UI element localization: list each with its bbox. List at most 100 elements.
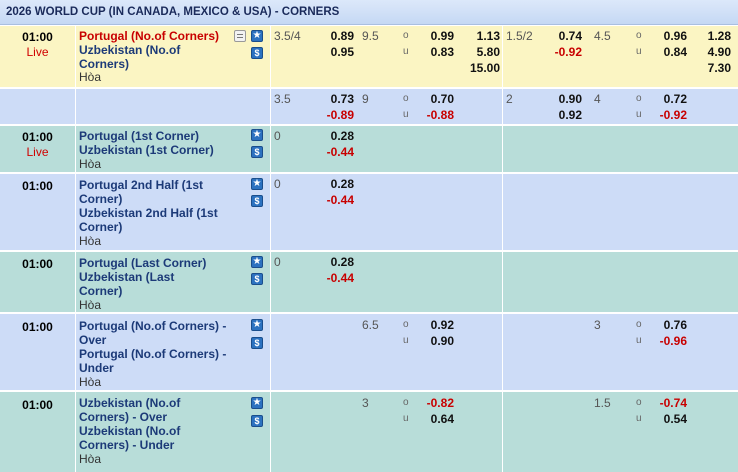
ft-over-odd[interactable]: 0.92 xyxy=(418,318,454,332)
h1-under-odd[interactable]: 0.84 xyxy=(651,45,687,59)
ft-over-under-line: 6.5 xyxy=(362,318,379,332)
ft-handicap-line: 0 xyxy=(274,177,281,191)
dollar-icon[interactable]: $ xyxy=(251,195,263,207)
ft-handicap-away-odd[interactable]: -0.89 xyxy=(318,108,354,122)
draw-label: Hòa xyxy=(79,375,102,389)
star-icon[interactable]: ★ xyxy=(251,397,263,409)
away-team[interactable]: Uzbekistan (Last Corner) xyxy=(79,270,189,298)
dollar-icon[interactable]: $ xyxy=(251,146,263,158)
live-indicator: Live xyxy=(26,45,49,59)
h1-over-under-line: 1.5 xyxy=(594,396,611,410)
ft-handicap-away-odd[interactable]: -0.44 xyxy=(318,145,354,159)
h1-under-odd[interactable]: 0.54 xyxy=(651,412,687,426)
h1-1x2-away-odd[interactable]: 4.90 xyxy=(694,45,731,59)
ft-1x2-away-odd[interactable]: 5.80 xyxy=(462,45,500,59)
corners-odds-board: 2026 WORLD CUP (IN CANADA, MEXICO & USA)… xyxy=(0,0,738,472)
h1-handicap-away-odd[interactable]: -0.92 xyxy=(546,45,582,59)
h1-handicap-home-odd[interactable]: 0.74 xyxy=(546,29,582,43)
h1-over-under-line: 4 xyxy=(594,92,601,106)
ft-over-odd[interactable]: 0.99 xyxy=(418,29,454,43)
ft-handicap-home-odd[interactable]: 0.73 xyxy=(318,92,354,106)
ft-handicap-line: 0 xyxy=(274,129,281,143)
draw-label: Hòa xyxy=(79,70,102,84)
ft-1x2-draw-odd[interactable]: 15.00 xyxy=(462,61,500,75)
dollar-icon[interactable]: $ xyxy=(251,47,263,59)
h1-over-odd[interactable]: 0.76 xyxy=(651,318,687,332)
home-team[interactable]: Portugal (1st Corner) xyxy=(79,129,229,143)
home-team[interactable]: Portugal (Last Corner) xyxy=(79,256,219,270)
ft-over-under-line: 3 xyxy=(362,396,369,410)
over-label: o xyxy=(403,319,409,330)
over-label: o xyxy=(403,30,409,41)
under-label: u xyxy=(636,413,642,424)
h1-under-odd[interactable]: -0.96 xyxy=(651,334,687,348)
ft-handicap-line: 3.5 xyxy=(274,92,291,106)
match-time: 01:00 xyxy=(22,30,53,44)
match-row: 01:00 Portugal (No.of Corners) - Over Po… xyxy=(0,314,738,390)
ft-handicap-away-odd[interactable]: -0.44 xyxy=(318,271,354,285)
star-icon[interactable]: ★ xyxy=(251,319,263,331)
h1-under-odd[interactable]: -0.92 xyxy=(651,108,687,122)
dollar-icon[interactable]: $ xyxy=(251,415,263,427)
home-team[interactable]: Portugal 2nd Half (1st Corner) xyxy=(79,178,219,206)
under-label: u xyxy=(636,335,642,346)
ft-under-odd[interactable]: 0.90 xyxy=(418,334,454,348)
draw-label: Hòa xyxy=(79,234,102,248)
ft-handicap-home-odd[interactable]: 0.89 xyxy=(318,29,354,43)
dollar-icon[interactable]: $ xyxy=(251,337,263,349)
h1-handicap-away-odd[interactable]: 0.92 xyxy=(546,108,582,122)
ft-over-odd[interactable]: -0.82 xyxy=(418,396,454,410)
under-label: u xyxy=(636,109,642,120)
away-team[interactable]: Uzbekistan (1st Corner) xyxy=(79,143,229,157)
h1-over-under-line: 3 xyxy=(594,318,601,332)
ft-handicap-home-odd[interactable]: 0.28 xyxy=(318,255,354,269)
ft-handicap-home-odd[interactable]: 0.28 xyxy=(318,129,354,143)
draw-label: Hòa xyxy=(79,157,102,171)
ft-1x2-home-odd[interactable]: 1.13 xyxy=(462,29,500,43)
over-label: o xyxy=(636,30,642,41)
match-row: 01:00 Portugal (Last Corner) Uzbekistan … xyxy=(0,252,738,312)
dollar-icon[interactable]: $ xyxy=(251,273,263,285)
ft-under-odd[interactable]: 0.64 xyxy=(418,412,454,426)
star-icon[interactable]: ★ xyxy=(251,178,263,190)
ft-handicap-home-odd[interactable]: 0.28 xyxy=(318,177,354,191)
match-time: 01:00 xyxy=(22,130,53,144)
h1-over-odd[interactable]: 0.96 xyxy=(651,29,687,43)
match-time: 01:00 xyxy=(22,257,53,271)
over-label: o xyxy=(636,397,642,408)
match-time: 01:00 xyxy=(22,320,53,334)
ft-under-odd[interactable]: -0.88 xyxy=(418,108,454,122)
h1-handicap-line: 1.5/2 xyxy=(506,29,533,43)
live-indicator: Live xyxy=(26,145,49,159)
alternate-lines-row: 3.5 0.73 -0.89 9 o u 0.70 -0.88 2 0.90 0… xyxy=(0,89,738,124)
home-team[interactable]: Uzbekistan (No.of Corners) - Over xyxy=(79,396,199,424)
star-icon[interactable]: ★ xyxy=(251,30,263,42)
h1-over-odd[interactable]: -0.74 xyxy=(651,396,687,410)
away-team[interactable]: Portugal (No.of Corners) - Under xyxy=(79,347,239,375)
draw-label: Hòa xyxy=(79,298,102,312)
match-time: 01:00 xyxy=(22,398,53,412)
ft-handicap-away-odd[interactable]: -0.44 xyxy=(318,193,354,207)
star-icon[interactable]: ★ xyxy=(251,256,263,268)
under-label: u xyxy=(403,46,409,57)
away-team[interactable]: Uzbekistan (No.of Corners) xyxy=(79,43,229,71)
h1-handicap-home-odd[interactable]: 0.90 xyxy=(546,92,582,106)
league-header: 2026 WORLD CUP (IN CANADA, MEXICO & USA)… xyxy=(0,0,738,25)
home-team[interactable]: Portugal (No.of Corners) - Over xyxy=(79,319,239,347)
ft-under-odd[interactable]: 0.83 xyxy=(418,45,454,59)
under-label: u xyxy=(636,46,642,57)
stats-icon[interactable] xyxy=(234,30,246,42)
away-team[interactable]: Uzbekistan (No.of Corners) - Under xyxy=(79,424,199,452)
away-team[interactable]: Uzbekistan 2nd Half (1st Corner) xyxy=(79,206,219,234)
h1-1x2-draw-odd[interactable]: 7.30 xyxy=(694,61,731,75)
ft-over-odd[interactable]: 0.70 xyxy=(418,92,454,106)
over-label: o xyxy=(636,93,642,104)
draw-label: Hòa xyxy=(79,452,102,466)
under-label: u xyxy=(403,335,409,346)
home-team[interactable]: Portugal (No.of Corners) xyxy=(79,29,229,43)
ft-handicap-away-odd[interactable]: 0.95 xyxy=(318,45,354,59)
match-row: 01:00 Live Portugal (No.of Corners) Uzbe… xyxy=(0,26,738,87)
star-icon[interactable]: ★ xyxy=(251,129,263,141)
h1-1x2-home-odd[interactable]: 1.28 xyxy=(694,29,731,43)
h1-over-odd[interactable]: 0.72 xyxy=(651,92,687,106)
